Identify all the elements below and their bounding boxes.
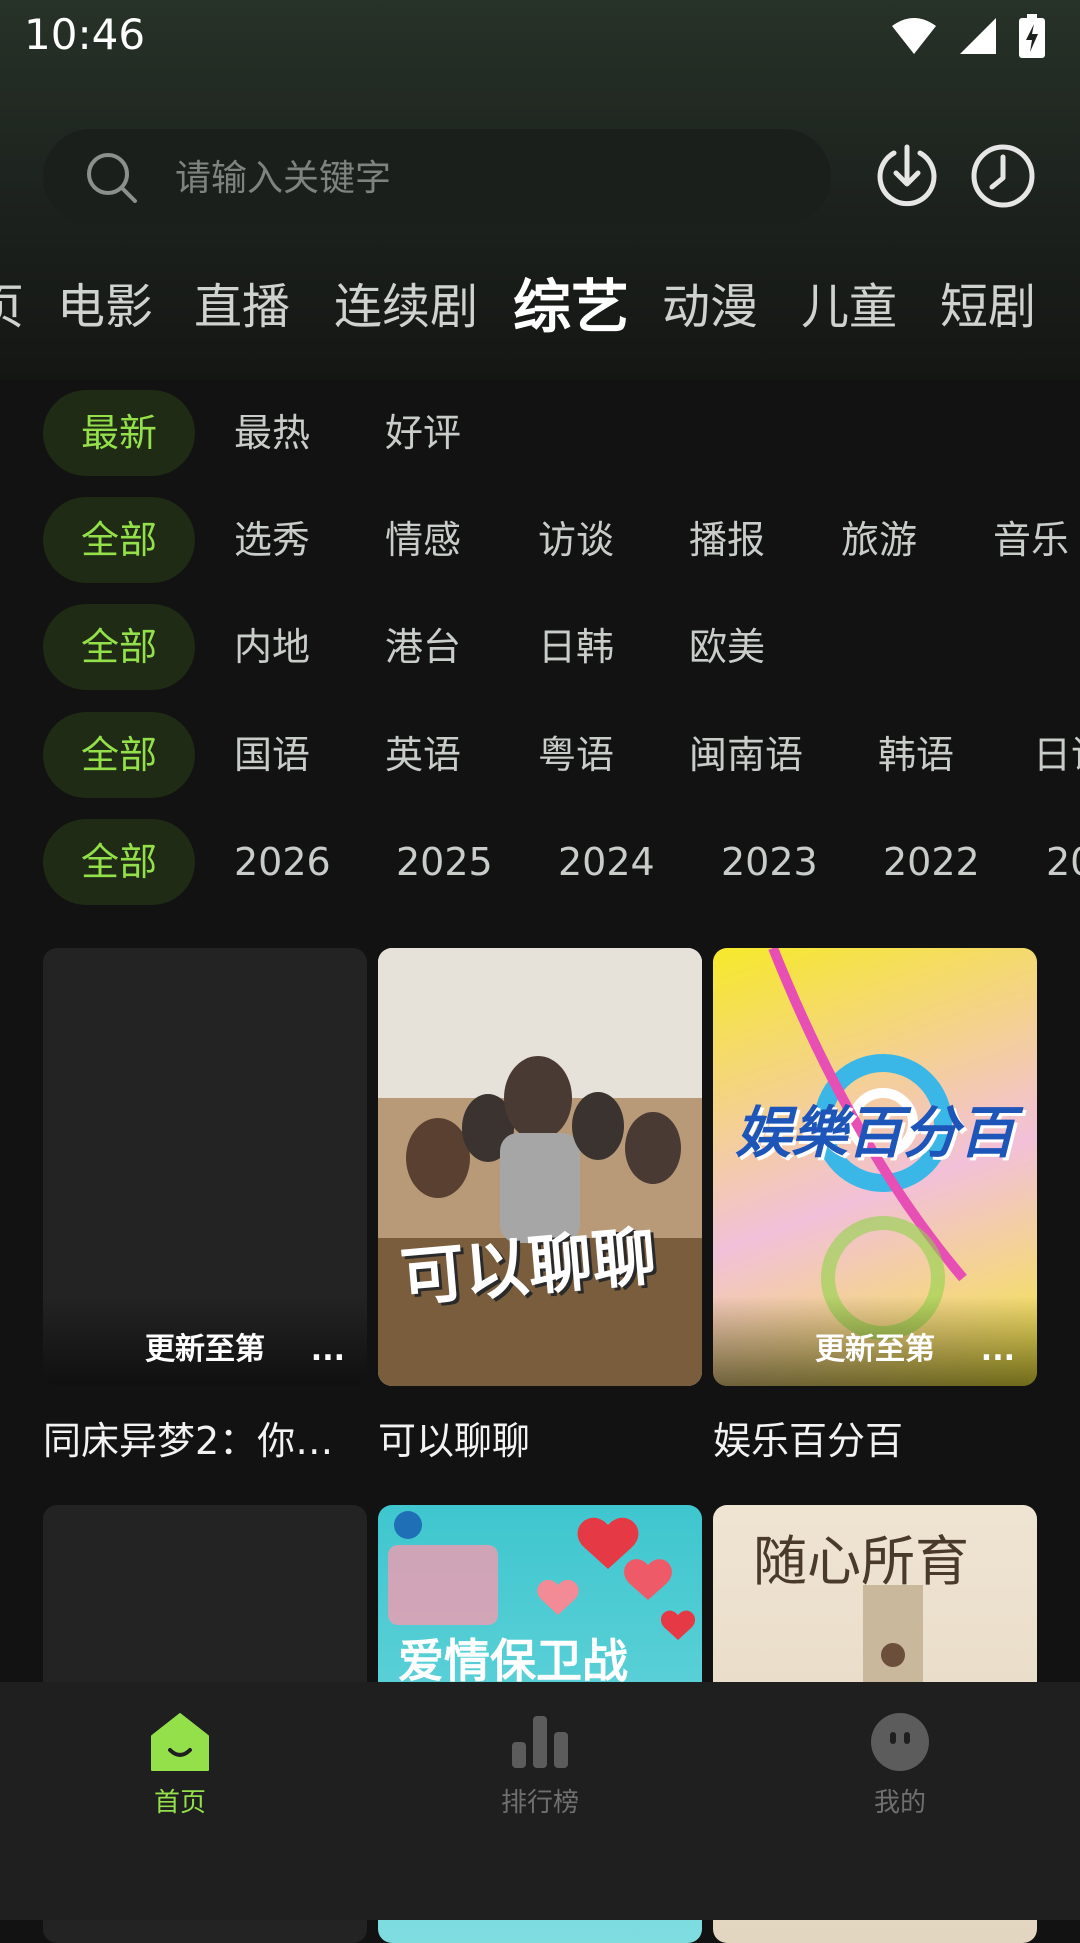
history-icon[interactable] (970, 143, 1036, 209)
chip-language[interactable]: 韩语 (878, 712, 954, 798)
search-bar[interactable] (43, 129, 831, 227)
filter-row-genre: 全部 选秀 情感 访谈 播报 旅游 音乐 (0, 497, 1080, 583)
tab-series[interactable]: 连续剧 (334, 262, 478, 352)
battery-icon (1019, 14, 1045, 58)
chip-genre[interactable]: 播报 (689, 497, 765, 583)
chip-region-all[interactable]: 全部 (43, 604, 195, 690)
chip-genre[interactable]: 情感 (385, 497, 461, 583)
filter-row-year: 全部 2026 2025 2024 2023 2022 2021 (0, 819, 1080, 905)
card-title[interactable]: 同床异梦2：你是我的命运 (43, 1410, 367, 1465)
chip-region[interactable]: 日韩 (538, 604, 614, 690)
chip-genre[interactable]: 选秀 (234, 497, 310, 583)
poster-art (378, 948, 702, 1386)
search-input[interactable] (173, 129, 797, 227)
signal-icon (960, 18, 996, 54)
ranking-icon (512, 1716, 568, 1768)
tab-short-drama[interactable]: 短剧 (940, 262, 1036, 352)
chip-sort-rated[interactable]: 好评 (385, 390, 461, 476)
chip-year[interactable]: 2021 (1046, 819, 1080, 905)
chip-year[interactable]: 2026 (234, 819, 331, 905)
chip-language[interactable]: 英语 (385, 712, 461, 798)
chip-year[interactable]: 2024 (558, 819, 655, 905)
chip-year[interactable]: 2022 (883, 819, 980, 905)
filter-row-sort: 最新 最热 好评 (0, 390, 1080, 476)
chip-language-all[interactable]: 全部 (43, 712, 195, 798)
chip-region[interactable]: 内地 (234, 604, 310, 690)
home-icon (151, 1713, 209, 1771)
status-time: 10:46 (24, 10, 146, 59)
status-icons (890, 14, 1046, 58)
chip-year[interactable]: 2023 (721, 819, 818, 905)
nav-label: 我的 (873, 1788, 926, 1818)
tab-live[interactable]: 直播 (194, 262, 290, 352)
chip-year[interactable]: 2025 (396, 819, 493, 905)
chip-year-all[interactable]: 全部 (43, 819, 195, 905)
download-icon[interactable] (874, 143, 940, 209)
tab-home[interactable]: 页 (0, 262, 24, 352)
nav-label: 排行榜 (500, 1788, 579, 1818)
search-icon (87, 153, 137, 203)
poster-title-text: 随心所育 (753, 1530, 969, 1593)
chip-language[interactable]: 粤语 (538, 712, 614, 798)
bottom-navigation: 首页 排行榜 我的 (0, 1682, 1080, 1920)
filter-row-language: 全部 国语 英语 粤语 闽南语 韩语 日语 (0, 712, 1080, 798)
poster-image[interactable]: 可以聊聊 (378, 948, 702, 1386)
chip-genre[interactable]: 音乐 (993, 497, 1069, 583)
nav-home[interactable]: 首页 (80, 1712, 280, 1819)
chip-language[interactable]: 日语 (1033, 712, 1080, 798)
tab-anime[interactable]: 动漫 (662, 262, 758, 352)
tab-kids[interactable]: 儿童 (801, 262, 897, 352)
status-bar: 10:46 (0, 0, 1080, 72)
more-icon[interactable]: ... (981, 1333, 1015, 1368)
chip-region[interactable]: 港台 (385, 604, 461, 690)
wifi-icon (892, 18, 936, 54)
tab-movie[interactable]: 电影 (57, 262, 153, 352)
profile-icon (871, 1713, 929, 1771)
chip-genre-all[interactable]: 全部 (43, 497, 195, 583)
card-title[interactable]: 娱乐百分百 (713, 1410, 1037, 1465)
card-title[interactable]: 可以聊聊 (378, 1410, 702, 1465)
filter-row-region: 全部 内地 港台 日韩 欧美 (0, 604, 1080, 690)
chip-sort-latest[interactable]: 最新 (43, 390, 195, 476)
chip-language[interactable]: 国语 (234, 712, 310, 798)
chip-genre[interactable]: 旅游 (841, 497, 917, 583)
tab-variety[interactable]: 综艺 (513, 262, 629, 352)
poster-image[interactable]: 娱樂百分百 更新至第 ... (713, 948, 1037, 1386)
chip-genre[interactable]: 访谈 (538, 497, 614, 583)
nav-ranking[interactable]: 排行榜 (440, 1712, 640, 1819)
category-tabs: 页 电影 直播 连续剧 综艺 动漫 儿童 短剧 (0, 262, 1080, 352)
chip-region[interactable]: 欧美 (689, 604, 765, 690)
nav-profile[interactable]: 我的 (800, 1712, 1000, 1819)
chip-sort-hot[interactable]: 最热 (234, 390, 310, 476)
chip-language[interactable]: 闽南语 (689, 712, 803, 798)
nav-label: 首页 (153, 1788, 206, 1818)
poster-title-text: 娱樂百分百 (735, 1101, 1015, 1166)
more-icon[interactable]: ... (311, 1333, 345, 1368)
poster-placeholder[interactable]: 更新至第 ... (43, 948, 367, 1386)
